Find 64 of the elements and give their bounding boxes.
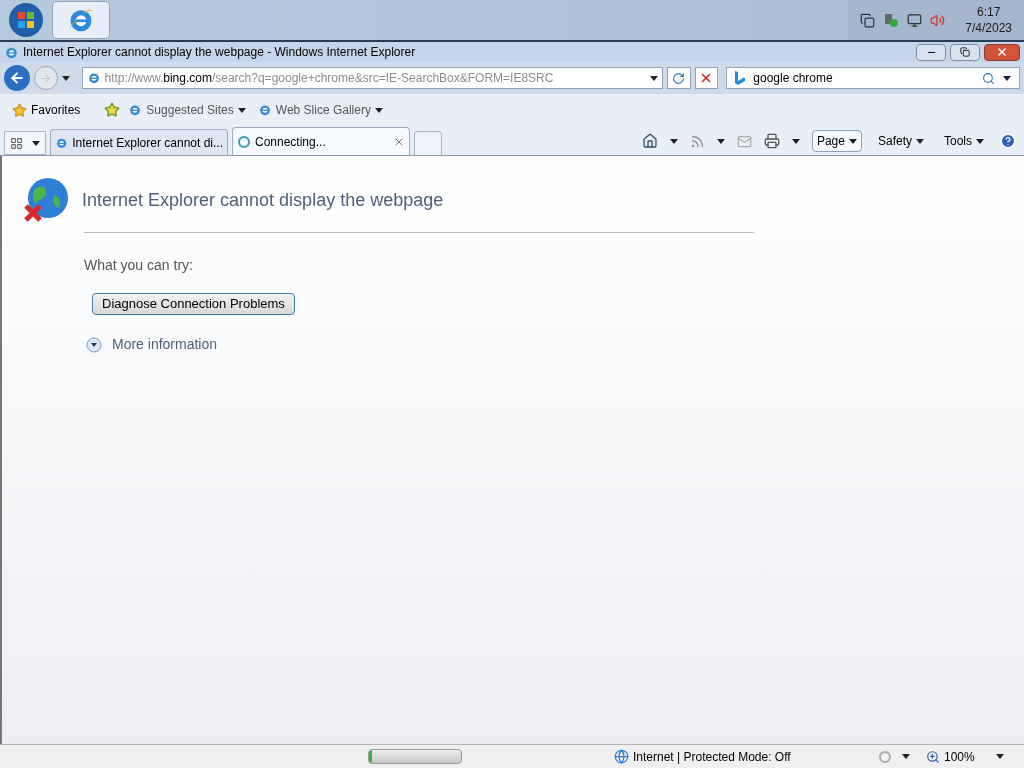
page-icon	[128, 103, 143, 117]
dropdown-arrow-icon[interactable]	[237, 107, 246, 113]
forward-arrow-icon	[39, 71, 53, 85]
star-icon	[12, 102, 27, 118]
dropdown-arrow-icon[interactable]	[669, 138, 678, 144]
dropdown-arrow-icon[interactable]	[374, 107, 383, 113]
back-button[interactable]	[4, 65, 30, 91]
ie-logo-icon	[4, 44, 19, 60]
dropdown-arrow-icon[interactable]	[902, 754, 910, 759]
zoom-icon[interactable]	[926, 749, 940, 764]
refresh-icon	[672, 71, 686, 85]
error-heading: Internet Explorer cannot display the webpage	[82, 188, 444, 212]
close-button[interactable]	[984, 43, 1020, 61]
address-dropdown-icon[interactable]	[649, 75, 658, 81]
browser-tab[interactable]: Connecting...	[232, 127, 410, 155]
page-icon	[257, 103, 272, 117]
command-menu[interactable]: Safety	[873, 130, 928, 152]
grid-icon	[9, 136, 23, 150]
address-field[interactable]: http://www.bing.com/search?q=google+chrome&src=IE-SearchBox&FORM=IE8SRC	[81, 67, 663, 89]
network-icon[interactable]	[907, 12, 923, 28]
dropdown-arrow-icon[interactable]	[716, 138, 725, 144]
dropdown-arrow-icon[interactable]	[996, 754, 1004, 759]
dropdown-arrow-icon[interactable]	[791, 138, 800, 144]
search-dropdown-icon[interactable]	[1003, 75, 1011, 81]
print-icon[interactable]	[763, 133, 780, 149]
page-icon	[86, 71, 101, 85]
bing-logo-icon	[735, 71, 746, 85]
browser-tab[interactable]: Internet Explorer cannot di...	[50, 129, 228, 155]
stop-button[interactable]	[694, 67, 719, 89]
favorites-link[interactable]: Web Slice Gallery	[257, 101, 383, 119]
favorites-button[interactable]: Favorites	[12, 101, 97, 119]
home-icon[interactable]	[641, 133, 658, 149]
dropdown-arrow-icon[interactable]	[976, 138, 984, 144]
window-title: Internet Explorer cannot display the webpage - Windows Internet Explorer	[23, 44, 416, 61]
clock-time[interactable]: 6:17	[976, 4, 1001, 20]
restore-button[interactable]	[950, 43, 980, 61]
favorites-link[interactable]: Suggested Sites	[128, 101, 246, 119]
refresh-button[interactable]	[666, 67, 691, 89]
dropdown-arrow-icon[interactable]	[32, 140, 41, 146]
command-menu[interactable]: Page	[811, 130, 862, 152]
globe-error-icon	[22, 176, 70, 224]
diagnose-button[interactable]: Diagnose Connection Problems	[92, 293, 295, 315]
taskbar-ie-button[interactable]	[52, 1, 110, 39]
muted-speaker-icon[interactable]	[930, 12, 946, 28]
more-information-link[interactable]: More information	[86, 334, 218, 355]
dropdown-arrow-icon[interactable]	[916, 138, 924, 144]
globe-icon	[614, 749, 629, 764]
zoom-level[interactable]: 100%	[944, 747, 975, 766]
search-field[interactable]: google chrome	[726, 67, 1020, 89]
close-icon	[996, 46, 1008, 58]
expand-circle-icon	[86, 336, 102, 353]
security-zone: Internet | Protected Mode: Off	[633, 748, 791, 766]
prompt-text: What you can try:	[84, 256, 194, 275]
dropdown-arrow-icon[interactable]	[848, 138, 857, 144]
command-menu[interactable]: Tools	[940, 130, 988, 152]
quick-tabs-button[interactable]	[4, 131, 46, 155]
search-icon[interactable]	[982, 71, 995, 85]
feeds-icon[interactable]	[689, 133, 705, 149]
add-favorite-icon[interactable]	[104, 102, 121, 118]
clock-date[interactable]: 7/4/2023	[965, 20, 1012, 36]
help-icon[interactable]	[1000, 133, 1016, 149]
history-dropdown-icon[interactable]	[61, 75, 70, 81]
loading-icon	[237, 134, 251, 149]
restore-icon	[960, 47, 970, 57]
